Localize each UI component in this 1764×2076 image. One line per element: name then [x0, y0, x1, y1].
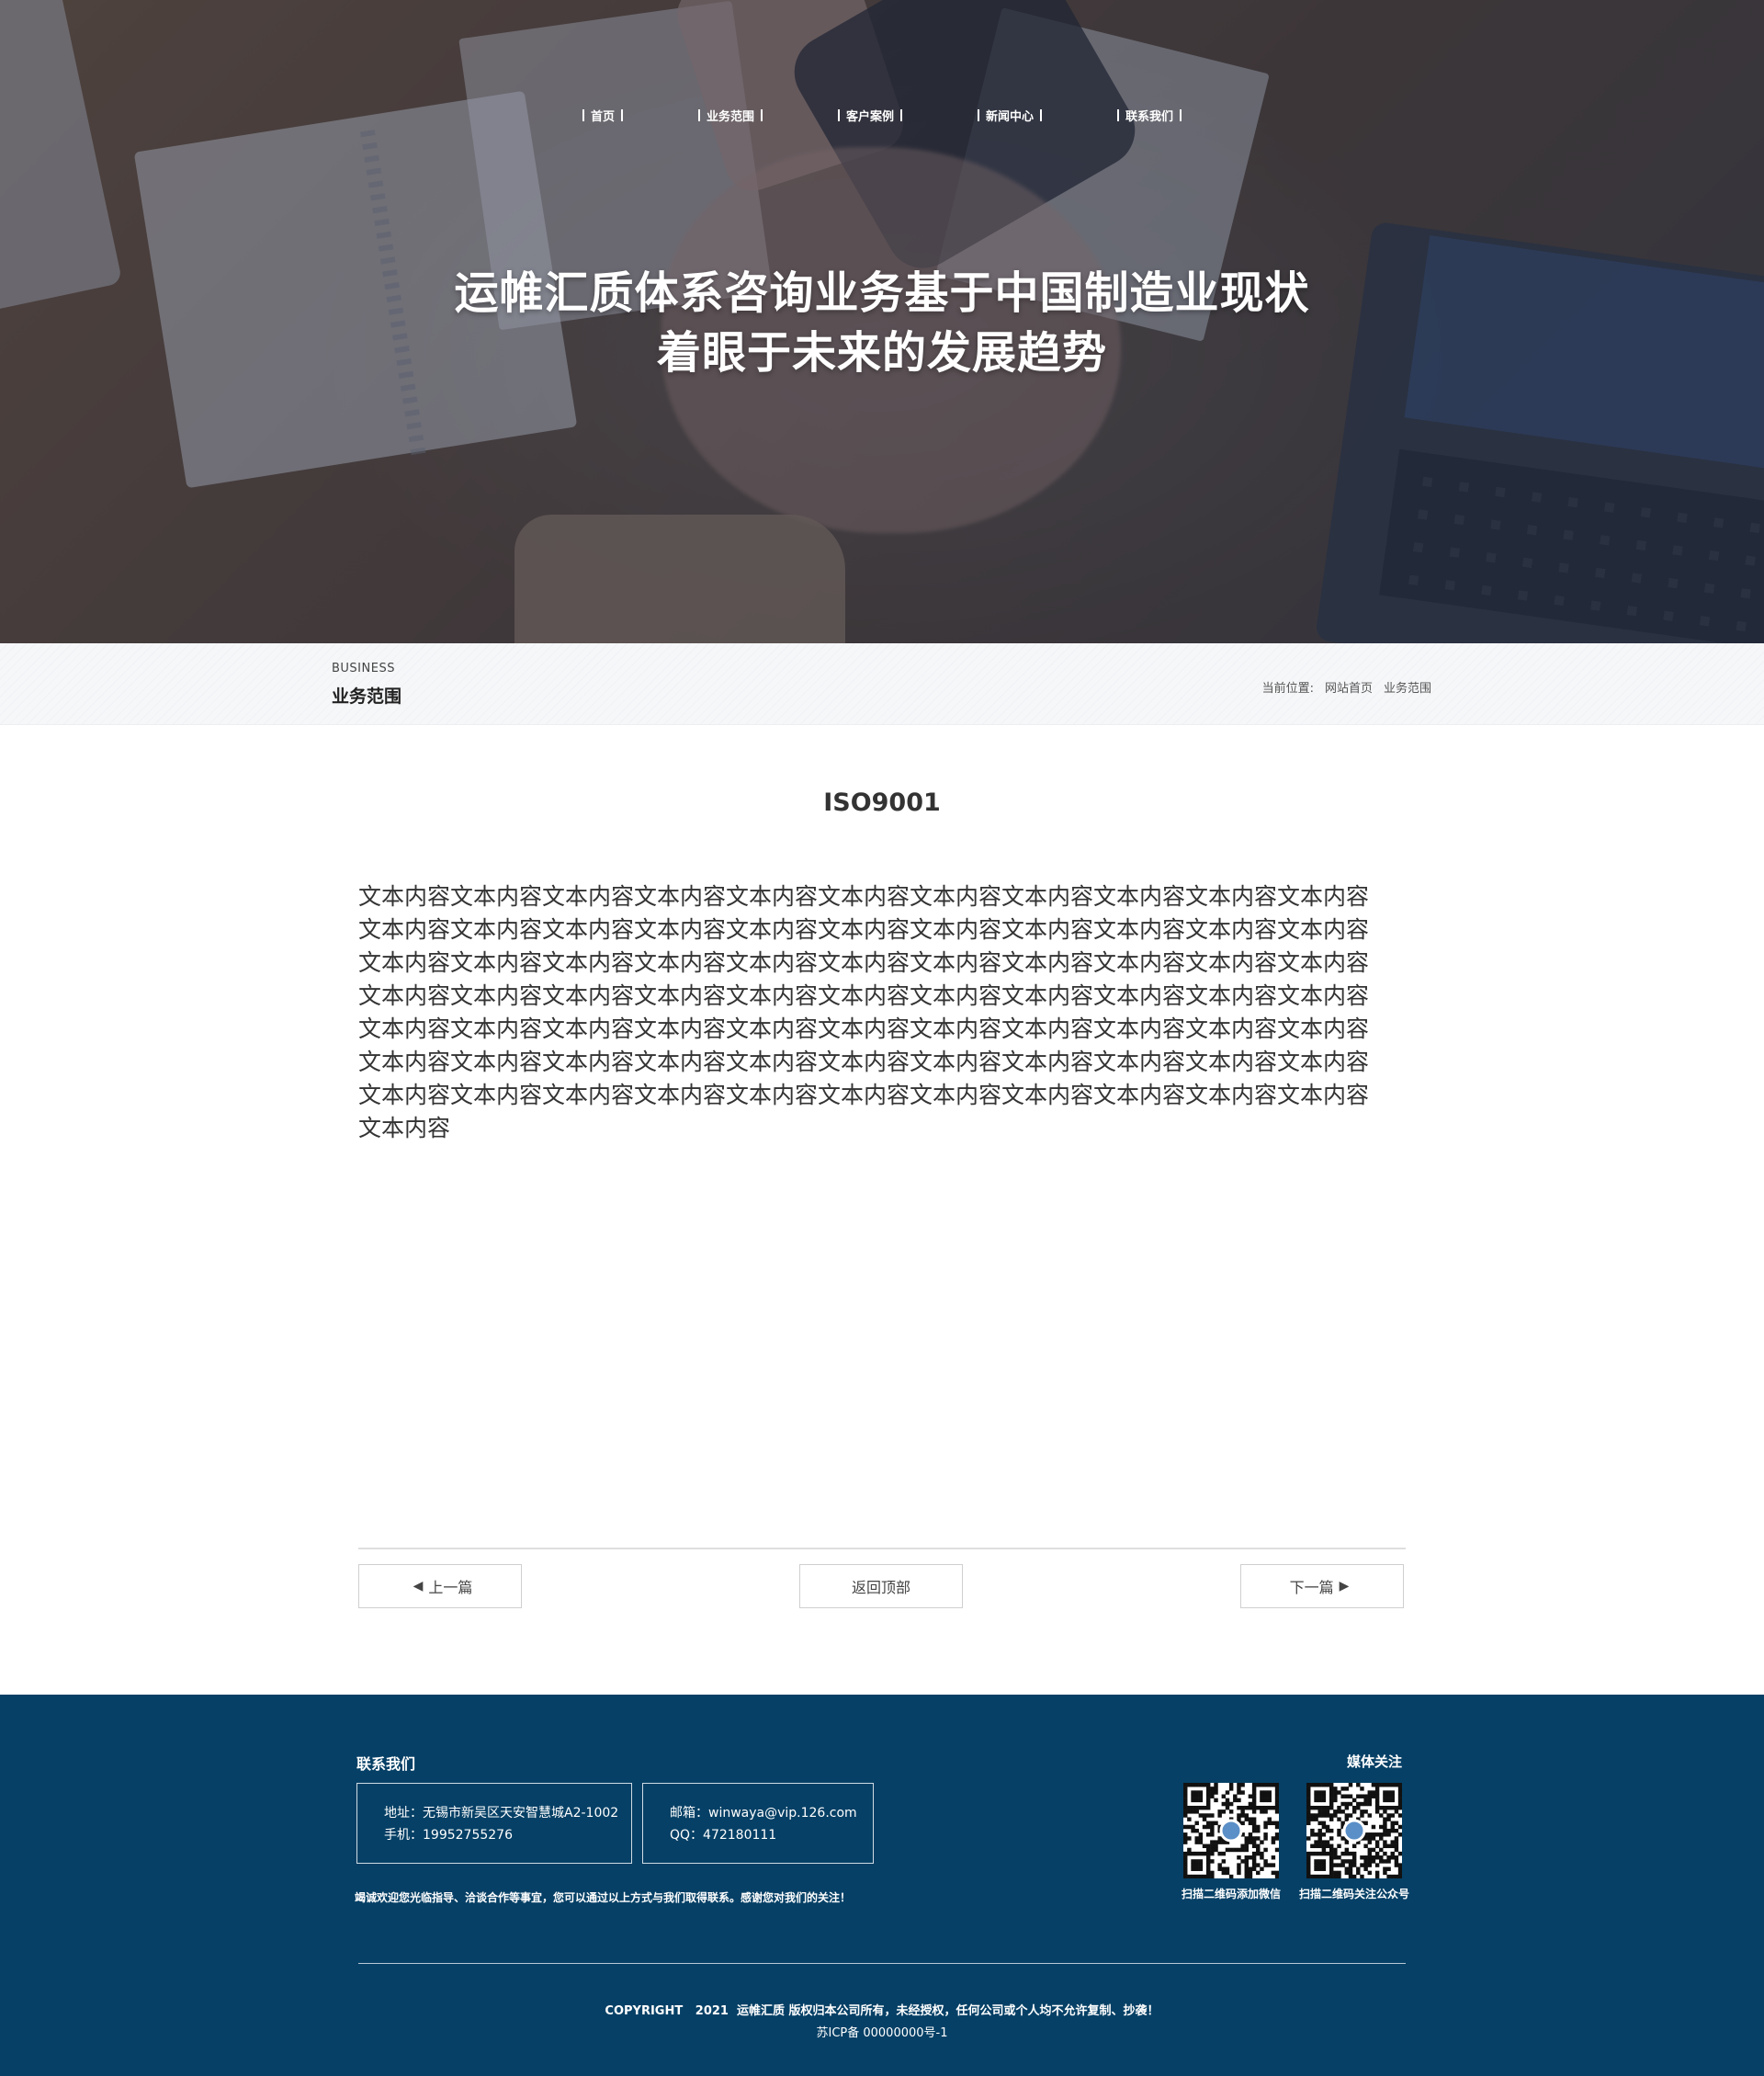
- footer-email: 邮箱：winwaya@vip.126.com: [670, 1806, 857, 1821]
- footer-icp: 苏ICP备 00000000号-1: [816, 2026, 948, 2040]
- breadcrumb-prefix: 当前位置:: [1261, 682, 1314, 696]
- footer-contact-title: 联系我们: [356, 1755, 416, 1773]
- qr-wechat: 扫描二维码添加微信: [1167, 1783, 1295, 1901]
- back-to-top-button[interactable]: 返回顶部: [799, 1564, 963, 1608]
- qr-code-icon: [1183, 1783, 1279, 1878]
- nav-item-label: 联系我们: [1125, 110, 1174, 124]
- hero-title-line2: 着眼于未来的发展趋势: [656, 327, 1107, 379]
- nav-item-label: 客户案例: [845, 110, 894, 124]
- footer-qq: QQ：472180111: [670, 1828, 777, 1843]
- nav-item-news[interactable]: 新闻中心: [966, 107, 1054, 124]
- footer-divider: [358, 1963, 1406, 1964]
- footer-media-title: 媒体关注: [1346, 1753, 1402, 1770]
- nav-item-cases[interactable]: 客户案例: [826, 107, 914, 124]
- article-body: 文本内容文本内容文本内容文本内容文本内容文本内容文本内容文本内容文本内容文本内容…: [358, 883, 1370, 1141]
- breadcrumb-current-link[interactable]: 业务范围: [1384, 678, 1431, 696]
- qr-official-account-caption: 扫描二维码关注公众号: [1298, 1888, 1409, 1900]
- qr-code-icon: [1306, 1783, 1402, 1878]
- prev-article-button[interactable]: ◀ 上一篇: [358, 1564, 522, 1608]
- qr-official-account: 扫描二维码关注公众号: [1290, 1783, 1419, 1901]
- hero-title-line1: 运帷汇质体系咨询业务基于中国制造业现状: [454, 267, 1310, 319]
- nav-item-label: 新闻中心: [986, 110, 1035, 124]
- article-divider: [358, 1548, 1406, 1549]
- prev-article-label: 上一篇: [428, 1579, 473, 1596]
- footer-copyright: COPYRIGHT 2021 运帷汇质 版权归本公司所有，未经授权，任何公司或个…: [605, 2004, 1159, 2018]
- main-nav: 首页 业务范围 客户案例 新闻中心 联系我们: [0, 107, 1764, 124]
- section-header-bar: BUSINESS 业务范围 当前位置: 网站首页 业务范围: [0, 643, 1764, 725]
- breadcrumb: 当前位置: 网站首页 业务范围: [1262, 678, 1431, 696]
- next-article-label: 下一篇: [1289, 1579, 1334, 1596]
- nav-item-label: 首页: [590, 110, 615, 124]
- footer-address-box: 地址：无锡市新吴区天安智慧城A2-1002 手机：19952755276: [356, 1783, 632, 1864]
- next-article-button[interactable]: 下一篇 ▶: [1240, 1564, 1404, 1608]
- back-to-top-label: 返回顶部: [851, 1579, 910, 1596]
- breadcrumb-home-link[interactable]: 网站首页: [1325, 678, 1373, 696]
- footer-email-box: 邮箱：winwaya@vip.126.com QQ：472180111: [642, 1783, 874, 1864]
- left-triangle-icon: ◀: [413, 1579, 424, 1594]
- nav-item-contact[interactable]: 联系我们: [1105, 107, 1193, 124]
- footer-phone: 手机：19952755276: [384, 1828, 513, 1843]
- nav-item-business[interactable]: 业务范围: [686, 107, 775, 124]
- footer-address: 地址：无锡市新吴区天安智慧城A2-1002: [384, 1806, 619, 1821]
- nav-item-label: 业务范围: [706, 110, 754, 124]
- article-title: ISO9001: [823, 788, 941, 817]
- nav-item-home[interactable]: 首页: [571, 107, 635, 124]
- section-en-title: BUSINESS: [332, 662, 395, 675]
- qr-wechat-caption: 扫描二维码添加微信: [1181, 1888, 1281, 1900]
- footer: 联系我们 地址：无锡市新吴区天安智慧城A2-1002 手机：1995275527…: [0, 1695, 1764, 2076]
- right-triangle-icon: ▶: [1339, 1579, 1350, 1594]
- section-cn-title: 业务范围: [332, 686, 402, 707]
- footer-welcome-note: 竭诚欢迎您光临指导、洽谈合作等事宜，您可以通过以上方式与我们取得联系。感谢您对我…: [355, 1891, 852, 1904]
- hero-banner: 首页 业务范围 客户案例 新闻中心 联系我们 运帷汇质体系咨询业务基于中国制造业…: [0, 0, 1764, 643]
